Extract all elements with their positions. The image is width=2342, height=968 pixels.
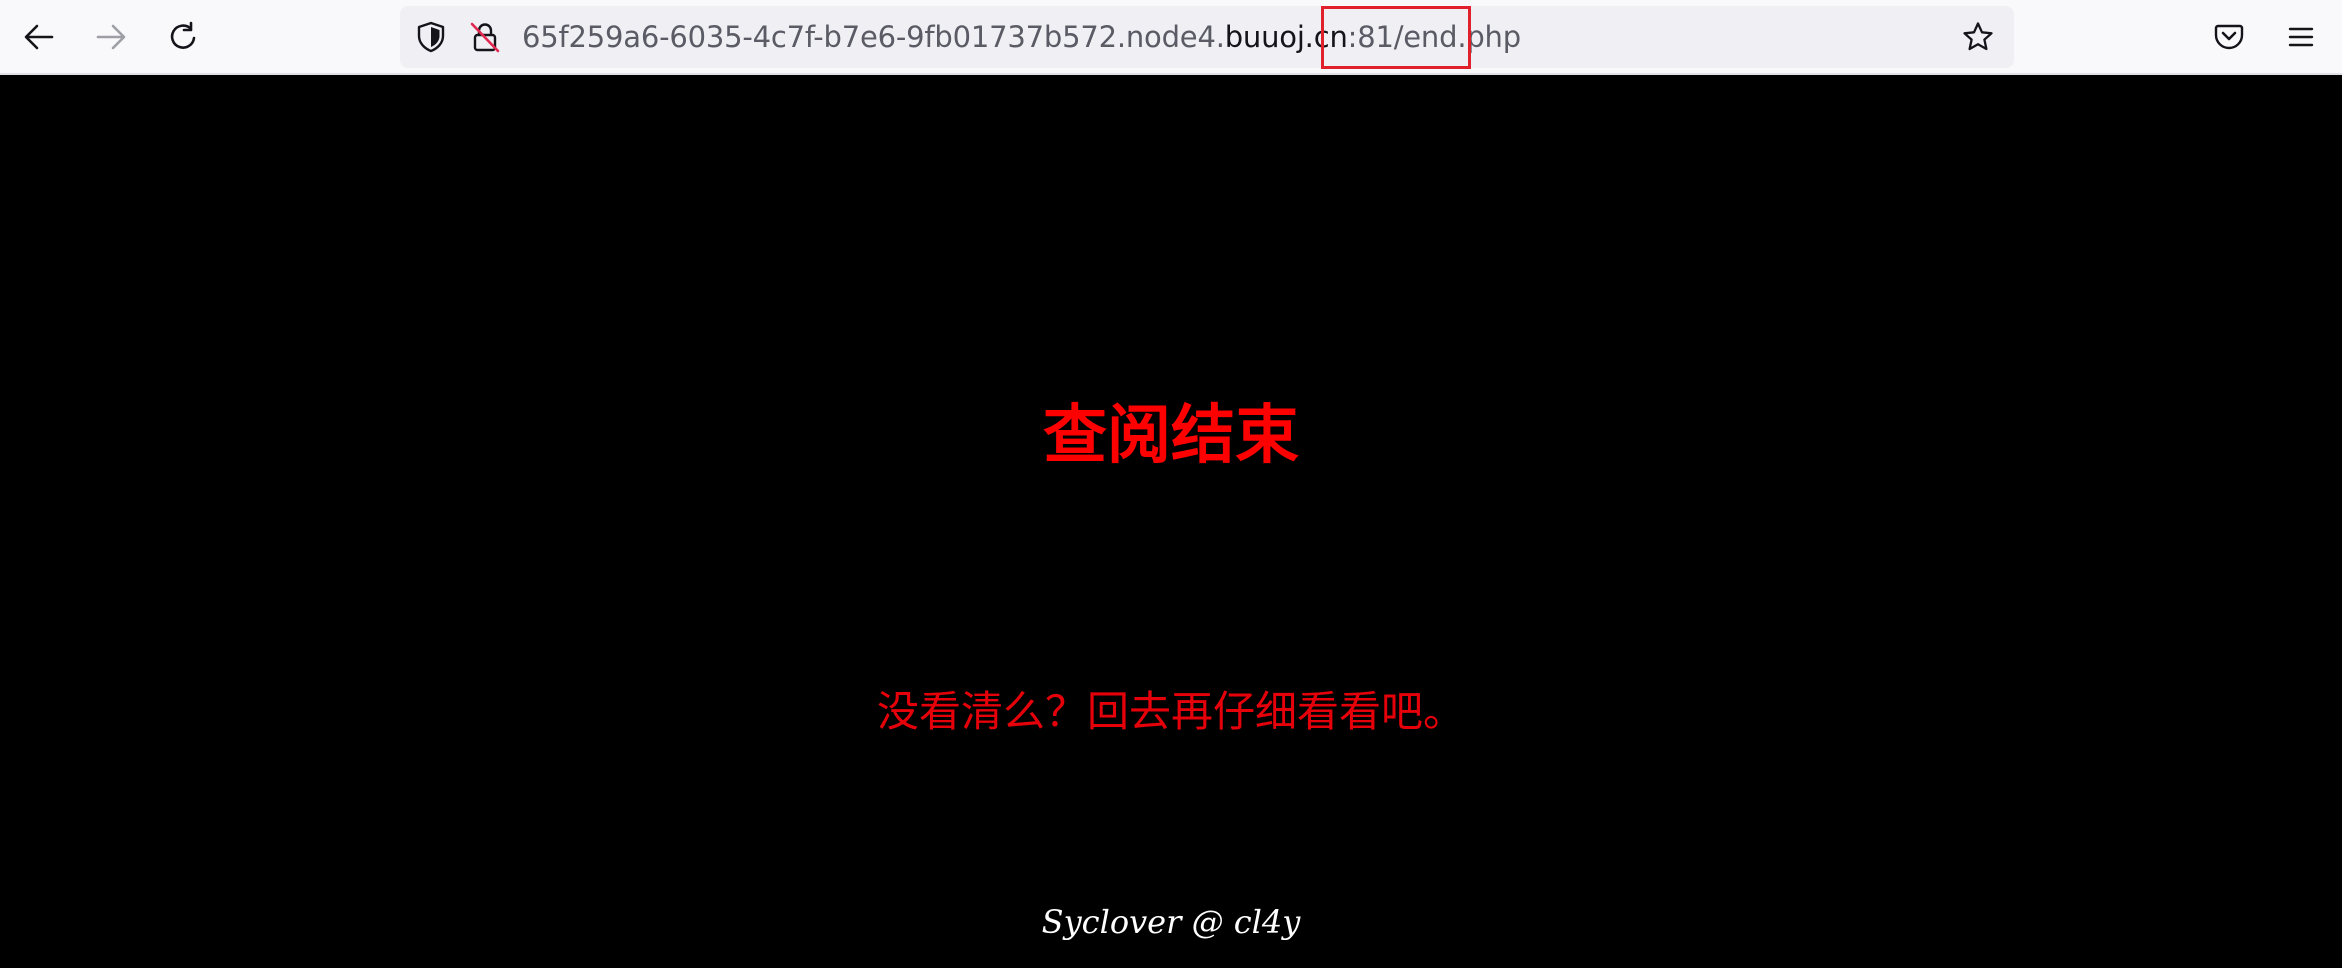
shield-icon[interactable] (412, 18, 450, 56)
url-path-highlight (1321, 6, 1471, 69)
page-heading: 查阅结束 (1043, 399, 1299, 473)
page-footer: Syclover @ cl4y (1041, 903, 1301, 941)
url-bar[interactable]: 65f259a6-6035-4c7f-b7e6-9fb01737b572.nod… (400, 6, 2014, 68)
pocket-icon (2214, 24, 2244, 50)
reload-icon (170, 21, 196, 49)
page-subtext: 没看清么？回去再仔细看看吧。 (876, 687, 1465, 736)
insecure-lock-icon[interactable] (466, 18, 504, 56)
browser-toolbar: 65f259a6-6035-4c7f-b7e6-9fb01737b572.nod… (0, 0, 2342, 75)
page-content (0, 75, 2342, 968)
back-arrow-icon (24, 24, 54, 50)
pocket-button[interactable] (2204, 12, 2254, 62)
forward-arrow-icon (96, 24, 126, 50)
reload-button[interactable] (159, 12, 209, 62)
forward-button[interactable] (86, 12, 136, 62)
back-button[interactable] (14, 12, 64, 62)
menu-button[interactable] (2276, 12, 2326, 62)
bookmark-star-button[interactable] (1959, 18, 1997, 56)
url-prefix: 65f259a6-6035-4c7f-b7e6-9fb01737b572.nod… (522, 20, 1225, 54)
hamburger-menu-icon (2288, 27, 2314, 47)
star-icon (1963, 22, 1993, 51)
